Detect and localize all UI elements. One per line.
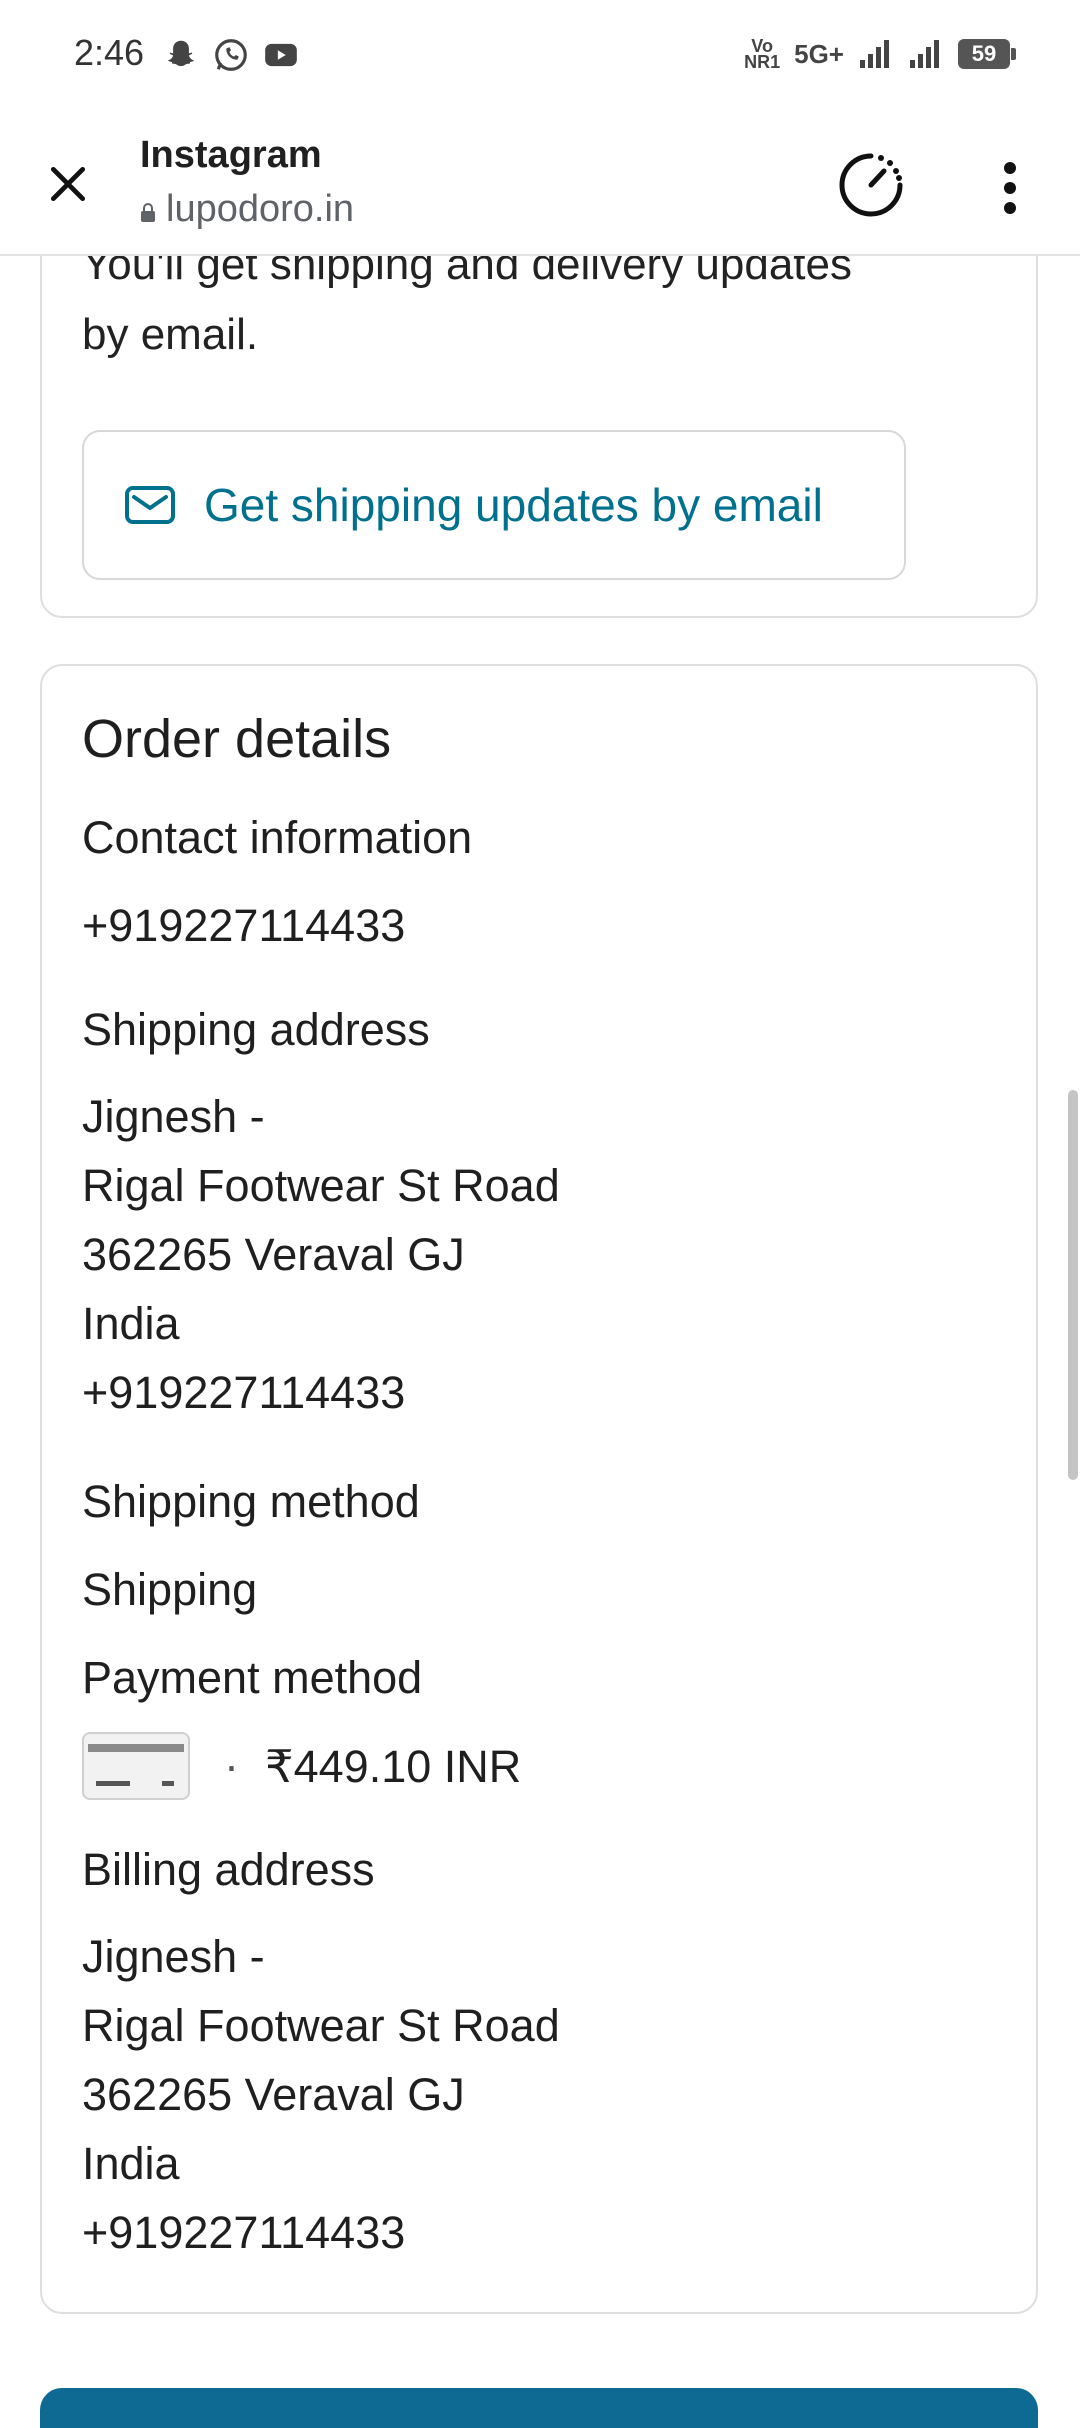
timer-icon[interactable] xyxy=(836,150,906,220)
email-button-label: Get shipping updates by email xyxy=(204,479,823,531)
payment-method-row: · ₹449.10 INR xyxy=(82,1732,521,1800)
shipping-updates-email-button[interactable]: Get shipping updates by email xyxy=(82,430,906,580)
billing-address-label: Billing address xyxy=(82,1844,375,1895)
payment-method-label: Payment method xyxy=(82,1652,423,1703)
browser-toolbar: Instagram lupodoro.in xyxy=(0,110,1080,256)
shipping-updates-text-end: by email. xyxy=(82,310,259,359)
more-vert-icon[interactable] xyxy=(998,160,1022,216)
contact-info-value: +919227114433 xyxy=(82,900,406,951)
shipping-address-line: India xyxy=(82,1298,180,1349)
status-indicators: Vo NR1 5G+ 59 xyxy=(744,37,1016,72)
battery-icon: 59 xyxy=(958,39,1016,69)
billing-address-line: Rigal Footwear St Road xyxy=(82,2000,560,2051)
payment-amount: ₹449.10 INR xyxy=(265,1740,522,1792)
billing-address: Jignesh - Rigal Footwear St Road 362265 … xyxy=(82,1922,560,2267)
credit-card-icon xyxy=(82,1732,190,1800)
battery-level: 59 xyxy=(971,41,997,66)
shipping-address: Jignesh - Rigal Footwear St Road 362265 … xyxy=(82,1082,560,1427)
page-title: Instagram xyxy=(140,134,322,176)
lock-icon xyxy=(141,202,155,222)
close-icon[interactable] xyxy=(46,162,90,206)
shipping-method-value: Shipping xyxy=(82,1564,258,1615)
payment-separator: · xyxy=(224,1740,239,1791)
order-details-title: Order details xyxy=(82,709,392,769)
billing-address-line: India xyxy=(82,2138,180,2189)
bottom-action-button[interactable] xyxy=(40,2388,1038,2428)
url-text: lupodoro.in xyxy=(166,188,355,230)
status-bar: 2:46 Vo NR1 5G+ 59 xyxy=(0,0,1080,110)
mail-icon xyxy=(125,486,175,524)
status-time: 2:46 xyxy=(74,32,145,73)
shipping-address-label: Shipping address xyxy=(82,1004,430,1055)
signal-icon-2 xyxy=(910,40,939,68)
shipping-updates-partial-line: You'll get shipping and delivery updates xyxy=(82,256,852,289)
scrollbar[interactable] xyxy=(1068,1090,1078,1480)
shipping-method-label: Shipping method xyxy=(82,1476,420,1527)
billing-address-line: +919227114433 xyxy=(82,2207,406,2258)
page-content: You'll get shipping and delivery updates… xyxy=(0,256,1080,2400)
shipping-address-line: 362265 Veraval GJ xyxy=(82,1229,465,1280)
snapchat-icon xyxy=(168,40,194,67)
network-type: 5G+ xyxy=(794,38,844,69)
signal-icon xyxy=(860,40,889,68)
youtube-icon xyxy=(265,43,297,67)
shipping-updates-text: You'll get shipping and delivery updates… xyxy=(82,256,1002,370)
whatsapp-icon xyxy=(215,39,247,71)
contact-info-label: Contact information xyxy=(82,812,473,863)
shipping-address-line: Rigal Footwear St Road xyxy=(82,1160,560,1211)
shipping-address-line: +919227114433 xyxy=(82,1367,406,1418)
nr-label: NR1 xyxy=(744,52,781,72)
billing-address-line: Jignesh - xyxy=(82,1931,265,1982)
shipping-address-line: Jignesh - xyxy=(82,1091,265,1142)
volte-indicator: Vo NR1 xyxy=(744,37,781,72)
billing-address-line: 362265 Veraval GJ xyxy=(82,2069,465,2120)
url-display[interactable]: lupodoro.in xyxy=(140,188,354,231)
